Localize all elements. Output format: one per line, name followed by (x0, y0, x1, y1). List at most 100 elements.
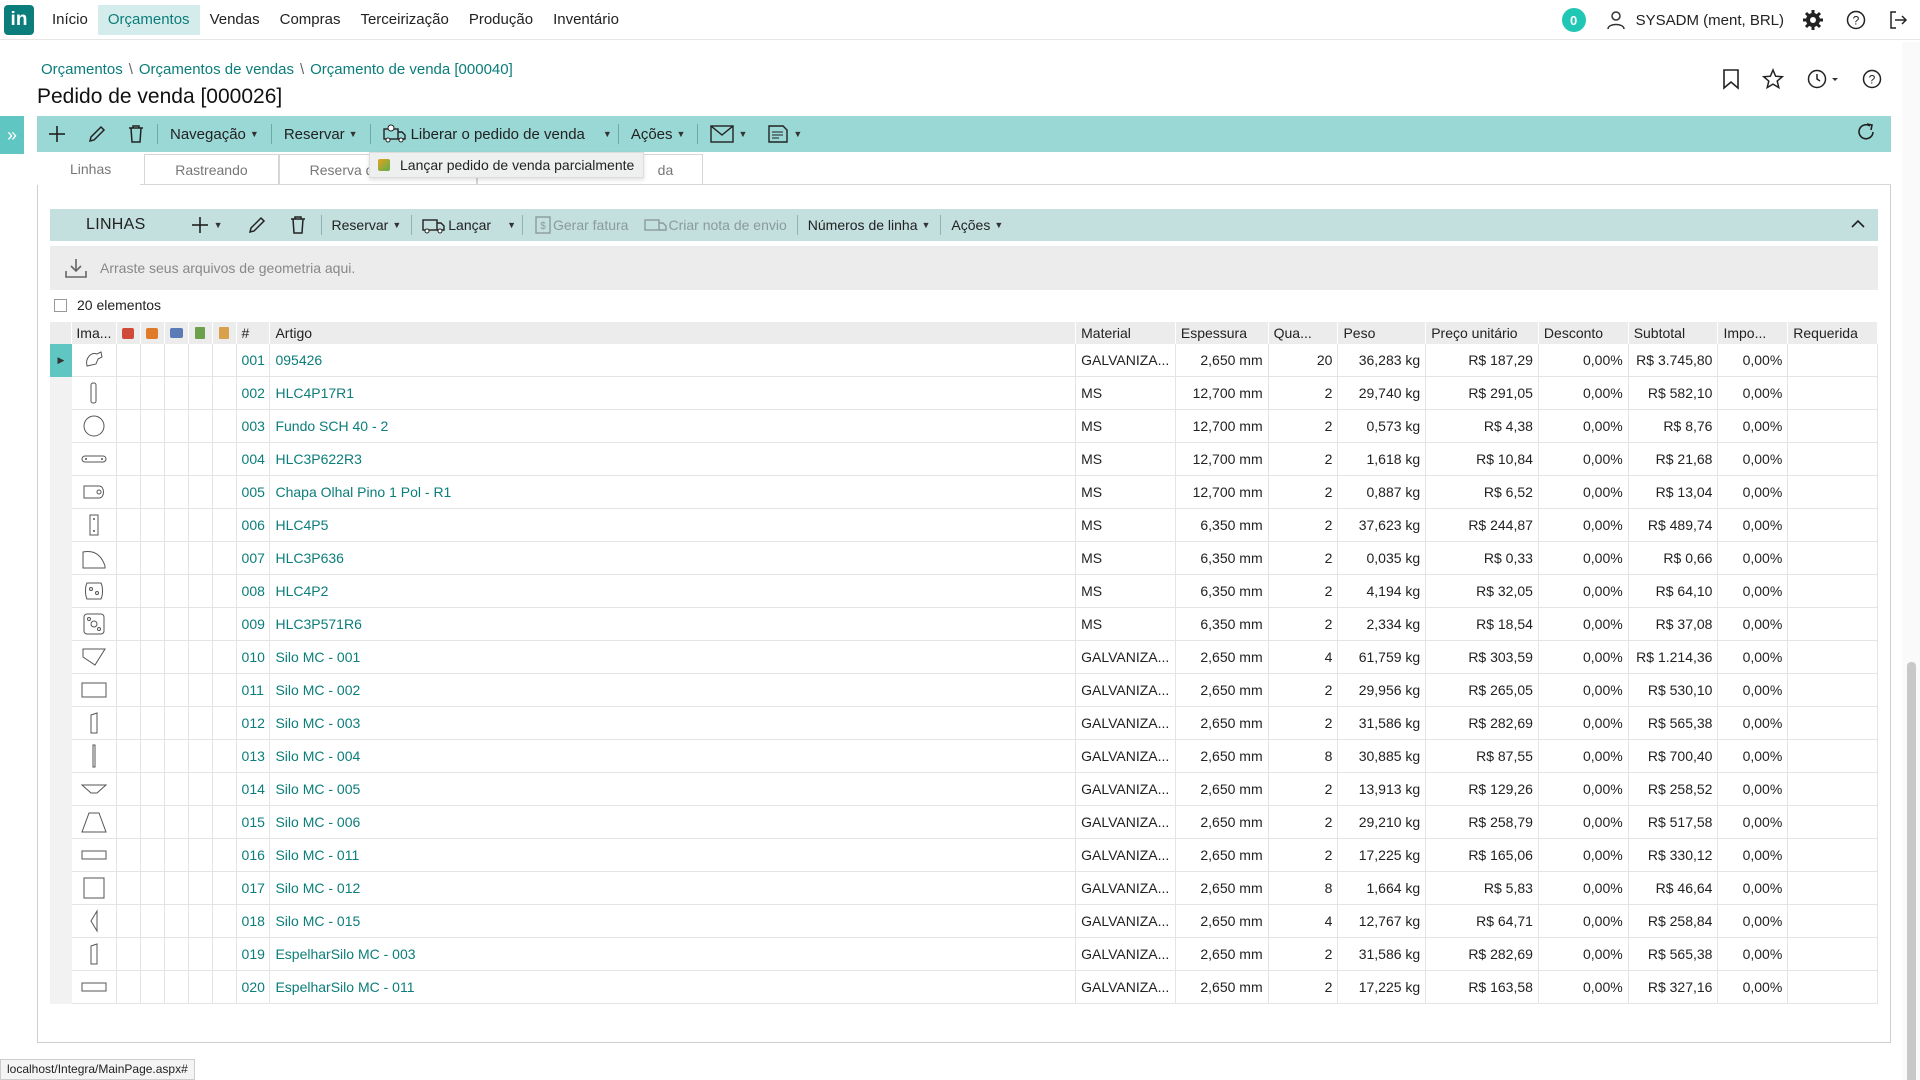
article-link[interactable]: 095426 (270, 344, 1077, 376)
row-selector[interactable] (50, 838, 72, 872)
history-icon[interactable] (1806, 68, 1840, 94)
email-dropdown[interactable]: ▼ (700, 116, 757, 152)
table-row[interactable]: 005 Chapa Olhal Pino 1 Pol - R1 MS 12,700 m… (50, 475, 1879, 509)
lines-acoes-dropdown[interactable]: Ações ▼ (943, 209, 1011, 241)
row-selector[interactable] (50, 607, 72, 641)
column-header-subtotal[interactable]: Subtotal (1629, 322, 1719, 344)
column-header-num[interactable]: # (237, 322, 271, 344)
part-thumbnail[interactable] (72, 971, 117, 1003)
article-link[interactable]: Silo MC - 001 (270, 641, 1077, 673)
line-number[interactable]: 005 (237, 476, 271, 508)
line-number[interactable]: 009 (237, 608, 271, 640)
line-number[interactable]: 020 (237, 971, 271, 1003)
table-row[interactable]: ▶ 001 095426 GALVANIZA... 2,650 mm 20 36,283 k… (50, 343, 1879, 377)
column-header-imposto[interactable]: Impo... (1718, 322, 1789, 344)
article-link[interactable]: Chapa Olhal Pino 1 Pol - R1 (270, 476, 1077, 508)
part-thumbnail[interactable] (72, 641, 117, 673)
row-selector[interactable] (50, 508, 72, 542)
acoes-dropdown[interactable]: Ações ▼ (621, 116, 696, 152)
menu-orcamentos[interactable]: Orçamentos (97, 4, 200, 35)
line-number[interactable]: 013 (237, 740, 271, 772)
part-thumbnail[interactable] (72, 608, 117, 640)
lancar-dropdown-toggle[interactable]: ▼ (499, 209, 520, 241)
line-number[interactable]: 001 (237, 344, 271, 376)
column-header-peso[interactable]: Peso (1338, 322, 1427, 344)
column-header-preco[interactable]: Preço unitário (1426, 322, 1539, 344)
collapse-chevron-icon[interactable] (1850, 216, 1866, 236)
article-link[interactable]: HLC4P2 (270, 575, 1077, 607)
liberar-dropdown-toggle[interactable]: ▼ (595, 116, 616, 152)
article-link[interactable]: HLC3P622R3 (270, 443, 1077, 475)
breadcrumb-item[interactable]: Orçamento de venda [000040] (310, 61, 513, 78)
table-row[interactable]: 010 Silo MC - 001 GALVANIZA... 2,650 mm 4 61,… (50, 640, 1879, 674)
column-header-material[interactable]: Material (1076, 322, 1176, 344)
menu-compras[interactable]: Compras (270, 5, 351, 35)
part-thumbnail[interactable] (72, 707, 117, 739)
part-thumbnail[interactable] (72, 839, 117, 871)
article-link[interactable]: HLC3P571R6 (270, 608, 1077, 640)
liberar-pedido-button[interactable]: Liberar o pedido de venda (373, 116, 595, 152)
table-row[interactable]: 019 EspelharSilo MC - 003 GALVANIZA... 2,65… (50, 937, 1879, 971)
row-selector[interactable] (50, 805, 72, 839)
table-row[interactable]: 006 HLC4P5 MS 6,350 mm 2 37,623 kg R$ 244,87 0,… (50, 508, 1879, 542)
table-row[interactable]: 011 Silo MC - 002 GALVANIZA... 2,650 mm 2 29,… (50, 673, 1879, 707)
part-thumbnail[interactable] (72, 443, 117, 475)
line-number[interactable]: 016 (237, 839, 271, 871)
table-row[interactable]: 008 HLC4P2 MS 6,350 mm 2 4,194 kg R$ 32,05 0,00… (50, 574, 1879, 608)
logout-icon[interactable] (1888, 10, 1908, 30)
column-header-imagem[interactable]: Ima... (72, 322, 117, 344)
notifications-badge[interactable]: 0 (1561, 8, 1586, 32)
article-link[interactable]: Silo MC - 012 (270, 872, 1077, 904)
part-thumbnail[interactable] (72, 509, 117, 541)
menu-inventario[interactable]: Inventário (543, 5, 629, 35)
row-selector[interactable] (50, 772, 72, 806)
row-selector[interactable] (50, 541, 72, 575)
row-selector[interactable] (50, 640, 72, 674)
breadcrumb-item[interactable]: Orçamentos (41, 61, 123, 78)
bookmark-icon[interactable] (1722, 68, 1740, 94)
row-selector[interactable]: ▶ (50, 343, 72, 377)
column-header-desconto[interactable]: Desconto (1539, 322, 1629, 344)
part-thumbnail[interactable] (72, 872, 117, 904)
line-number[interactable]: 006 (237, 509, 271, 541)
row-selector[interactable] (50, 409, 72, 443)
article-link[interactable]: HLC3P636 (270, 542, 1077, 574)
line-number[interactable]: 004 (237, 443, 271, 475)
menu-inicio[interactable]: Início (42, 5, 98, 35)
row-selector[interactable] (50, 574, 72, 608)
menu-terceirizacao[interactable]: Terceirização (350, 5, 458, 35)
table-row[interactable]: 014 Silo MC - 005 GALVANIZA... 2,650 mm 2 13,… (50, 772, 1879, 806)
page-scrollbar[interactable] (1902, 42, 1920, 1080)
article-link[interactable]: Fundo SCH 40 - 2 (270, 410, 1077, 442)
numeros-linha-dropdown[interactable]: Números de linha ▼ (800, 209, 939, 241)
tab-rastreando[interactable]: Rastreando (144, 154, 279, 185)
report-dropdown[interactable]: ▼ (757, 116, 812, 152)
part-thumbnail[interactable] (72, 740, 117, 772)
refresh-icon[interactable] (1855, 121, 1877, 147)
table-row[interactable]: 015 Silo MC - 006 GALVANIZA... 2,650 mm 2 29,… (50, 805, 1879, 839)
row-selector[interactable] (50, 904, 72, 938)
article-link[interactable]: Silo MC - 015 (270, 905, 1077, 937)
delete-button[interactable] (117, 116, 155, 152)
part-thumbnail[interactable] (72, 938, 117, 970)
row-selector[interactable] (50, 871, 72, 905)
menu-item-lancar-parcialmente[interactable]: Lançar pedido de venda parcialmente (400, 157, 634, 173)
table-row[interactable]: 013 Silo MC - 004 GALVANIZA... 2,650 mm 8 30,… (50, 739, 1879, 773)
table-row[interactable]: 009 HLC3P571R6 MS 6,350 mm 2 2,334 kg R$ 18,54… (50, 607, 1879, 641)
table-row[interactable]: 018 Silo MC - 015 GALVANIZA... 2,650 mm 4 12,… (50, 904, 1879, 938)
row-selector[interactable] (50, 706, 72, 740)
criar-nota-envio-button[interactable]: Criar nota de envio (636, 209, 794, 241)
navegacao-dropdown[interactable]: Navegação ▼ (160, 116, 269, 152)
table-row[interactable]: 004 HLC3P622R3 MS 12,700 mm 2 1,618 kg R$ 10,8… (50, 442, 1879, 476)
line-number[interactable]: 015 (237, 806, 271, 838)
add-line-button[interactable]: ▼ (182, 209, 231, 241)
user-label[interactable]: SYSADM (ment, BRL) (1636, 12, 1784, 29)
article-link[interactable]: Silo MC - 011 (270, 839, 1077, 871)
table-row[interactable]: 020 EspelharSilo MC - 011 GALVANIZA... 2,65… (50, 970, 1879, 1004)
article-link[interactable]: Silo MC - 004 (270, 740, 1077, 772)
line-number[interactable]: 008 (237, 575, 271, 607)
line-number[interactable]: 010 (237, 641, 271, 673)
menu-vendas[interactable]: Vendas (200, 5, 270, 35)
sidebar-expand-button[interactable]: » (0, 116, 24, 154)
edit-line-button[interactable] (239, 209, 275, 241)
